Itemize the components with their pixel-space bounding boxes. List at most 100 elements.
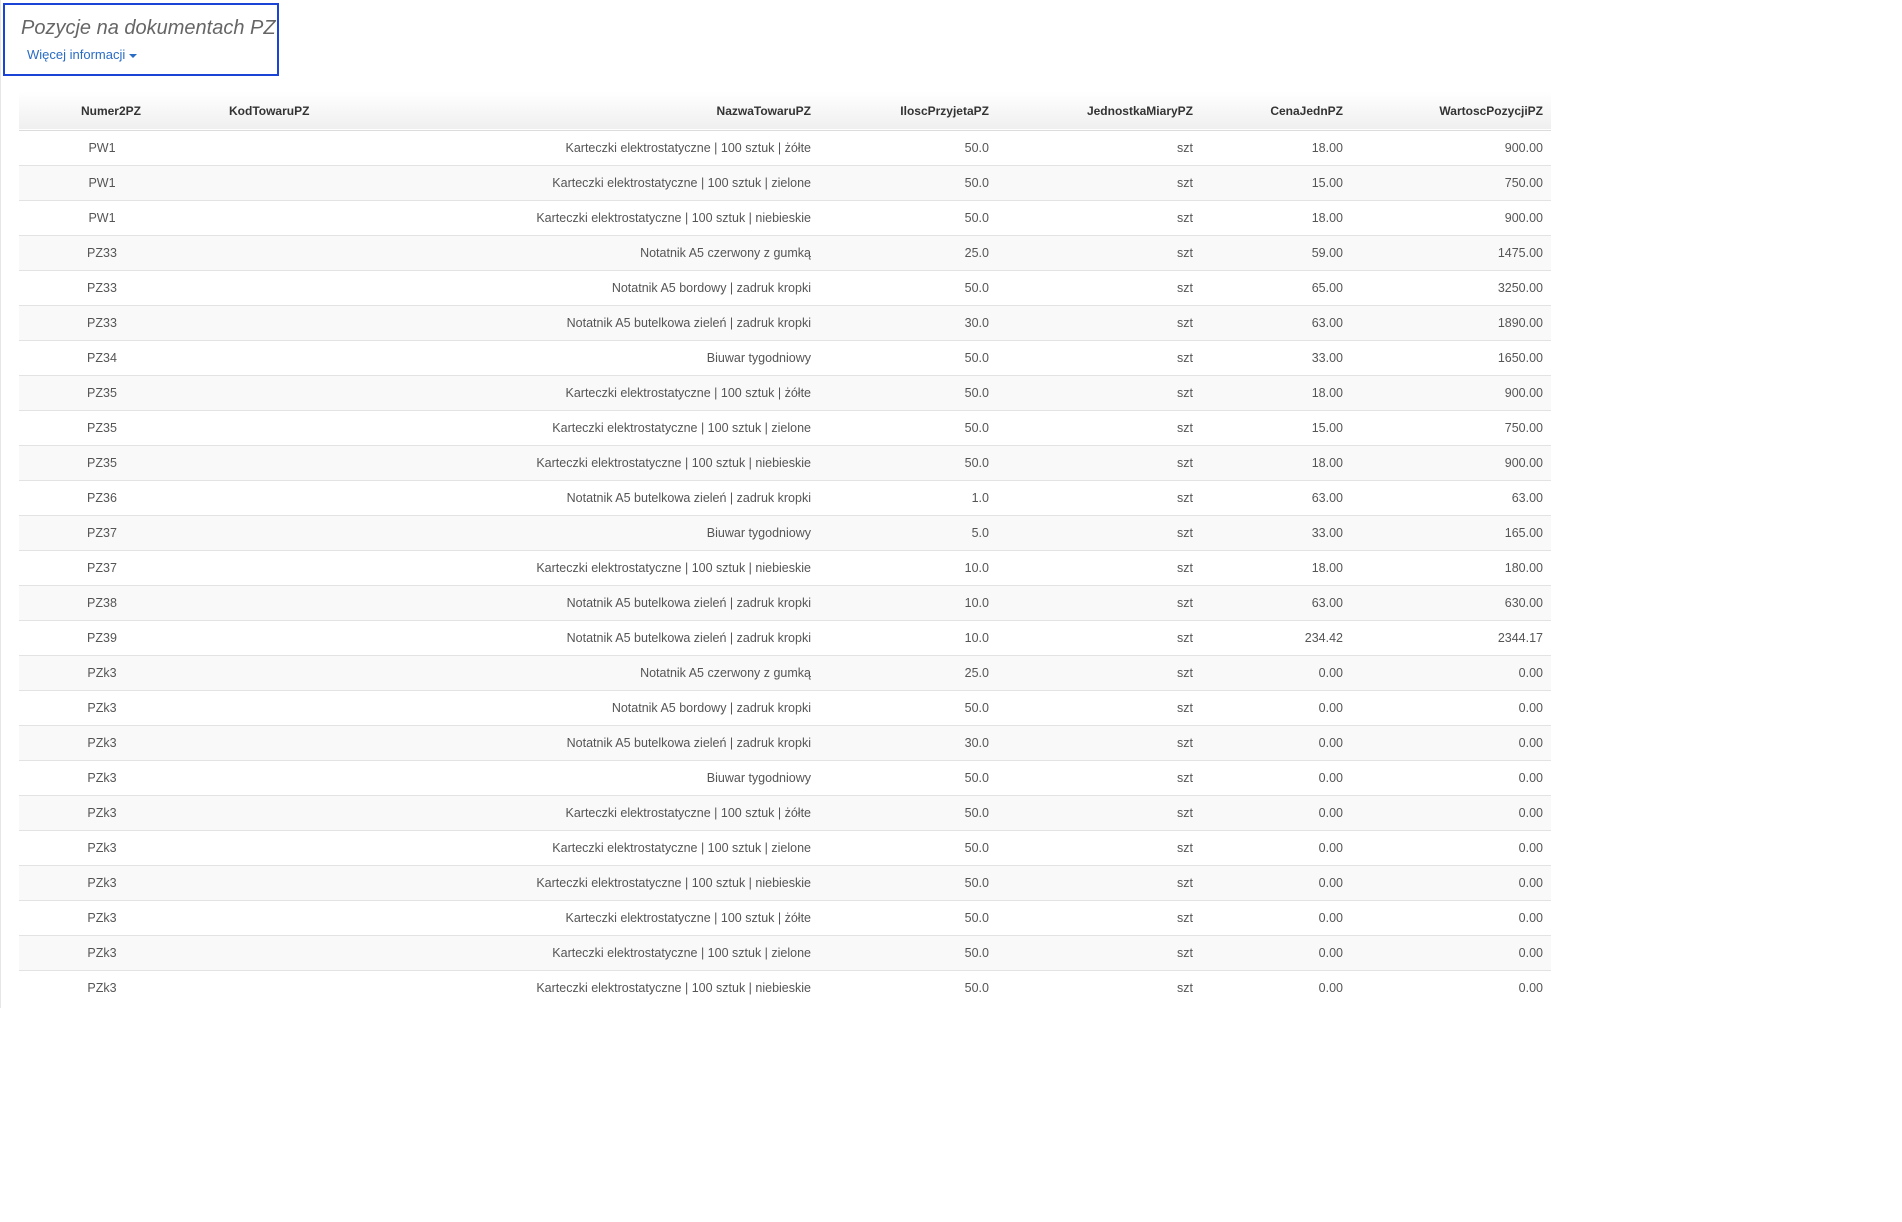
more-info-toggle[interactable]: Więcej informacji	[27, 47, 138, 62]
cell-cenajednpz: 234.42	[1304, 630, 1343, 645]
cell-cenajednpz: 59.00	[1311, 245, 1343, 260]
cell-iloscprzyjetapz: 1.0	[971, 490, 989, 505]
page-title: Pozycje na dokumentach PZ	[21, 17, 276, 39]
table-row[interactable]: PZ33 Notatnik A5 czerwony z gumką 25.0 szt 5…	[19, 235, 1551, 270]
table-row[interactable]: PZ33 Notatnik A5 butelkowa zieleń | zadru…	[19, 305, 1551, 340]
table-row[interactable]: PZk3 Karteczki elektrostatyczne | 100 szt…	[19, 935, 1551, 970]
cell-jednostkamiarypz: szt	[1177, 210, 1193, 225]
table-row[interactable]: PZk3 Biuwar tygodniowy 50.0 szt 0.00 0.00	[19, 760, 1551, 795]
cell-nazwatowarupz: Notatnik A5 butelkowa zieleń | zadruk kr…	[566, 630, 811, 645]
cell-cenajednpz: 0.00	[1318, 840, 1343, 855]
table-row[interactable]: PZk3 Karteczki elektrostatyczne | 100 szt…	[19, 900, 1551, 935]
cell-cenajednpz: 0.00	[1318, 945, 1343, 960]
cell-wartoscpozycjipz: 0.00	[1518, 840, 1543, 855]
table-row[interactable]: PZ33 Notatnik A5 bordowy | zadruk kropki 5…	[19, 270, 1551, 305]
column-header-kodtowarupz[interactable]: KodTowaruPZ	[149, 92, 309, 130]
table-row[interactable]: PZk3 Notatnik A5 butelkowa zieleń | zadru…	[19, 725, 1551, 760]
cell-iloscprzyjetapz: 50.0	[964, 140, 989, 155]
table-row[interactable]: PZk3 Karteczki elektrostatyczne | 100 szt…	[19, 795, 1551, 830]
cell-kodtowarupz	[149, 340, 309, 375]
cell-nazwatowarupz: Notatnik A5 butelkowa zieleń | zadruk kr…	[566, 315, 811, 330]
cell-cenajednpz: 18.00	[1311, 210, 1343, 225]
cell-kodtowarupz	[149, 795, 309, 830]
cell-jednostkamiarypz: szt	[1177, 945, 1193, 960]
cell-numer2pz: PZk3	[87, 805, 117, 820]
table-row[interactable]: PW1 Karteczki elektrostatyczne | 100 sztu…	[19, 165, 1551, 200]
cell-kodtowarupz	[149, 515, 309, 550]
table-row[interactable]: PZ37 Biuwar tygodniowy 5.0 szt 33.00 165.00	[19, 515, 1551, 550]
cell-iloscprzyjetapz: 50.0	[964, 770, 989, 785]
column-header-nazwatowarupz[interactable]: NazwaTowaruPZ	[309, 92, 819, 130]
table-row[interactable]: PW1 Karteczki elektrostatyczne | 100 sztu…	[19, 200, 1551, 235]
cell-jednostkamiarypz: szt	[1177, 980, 1193, 995]
cell-cenajednpz: 15.00	[1311, 420, 1343, 435]
cell-jednostkamiarypz: szt	[1177, 280, 1193, 295]
table-row[interactable]: PZ35 Karteczki elektrostatyczne | 100 szt…	[19, 445, 1551, 480]
cell-nazwatowarupz: Karteczki elektrostatyczne | 100 sztuk |…	[552, 945, 811, 960]
pz-items-table: Numer2PZ KodTowaruPZ NazwaTowaruPZ Ilosc…	[19, 92, 1551, 1005]
cell-cenajednpz: 0.00	[1318, 700, 1343, 715]
table-row[interactable]: PZ35 Karteczki elektrostatyczne | 100 szt…	[19, 410, 1551, 445]
cell-nazwatowarupz: Karteczki elektrostatyczne | 100 sztuk |…	[536, 210, 811, 225]
column-header-iloscprzyjetapz[interactable]: IloscPrzyjetaPZ	[819, 92, 997, 130]
cell-iloscprzyjetapz: 10.0	[964, 630, 989, 645]
cell-jednostkamiarypz: szt	[1177, 560, 1193, 575]
cell-jednostkamiarypz: szt	[1177, 490, 1193, 505]
cell-numer2pz: PZ37	[87, 560, 117, 575]
cell-numer2pz: PZ34	[87, 350, 117, 365]
table-row[interactable]: PZk3 Karteczki elektrostatyczne | 100 szt…	[19, 970, 1551, 1005]
cell-numer2pz: PW1	[88, 175, 116, 190]
table-row[interactable]: PZk3 Karteczki elektrostatyczne | 100 szt…	[19, 865, 1551, 900]
cell-jednostkamiarypz: szt	[1177, 630, 1193, 645]
column-header-jednostkamiarypz[interactable]: JednostkaMiaryPZ	[997, 92, 1201, 130]
cell-cenajednpz: 18.00	[1311, 385, 1343, 400]
cell-iloscprzyjetapz: 50.0	[964, 840, 989, 855]
cell-iloscprzyjetapz: 30.0	[964, 735, 989, 750]
cell-nazwatowarupz: Karteczki elektrostatyczne | 100 sztuk |…	[565, 910, 812, 925]
cell-wartoscpozycjipz: 0.00	[1518, 910, 1543, 925]
cell-wartoscpozycjipz: 0.00	[1518, 980, 1543, 995]
cell-iloscprzyjetapz: 50.0	[964, 875, 989, 890]
cell-cenajednpz: 33.00	[1311, 350, 1343, 365]
cell-wartoscpozycjipz: 0.00	[1518, 700, 1543, 715]
table-row[interactable]: PZk3 Notatnik A5 czerwony z gumką 25.0 szt 0…	[19, 655, 1551, 690]
cell-kodtowarupz	[149, 200, 309, 235]
table-row[interactable]: PZ37 Karteczki elektrostatyczne | 100 szt…	[19, 550, 1551, 585]
table-row[interactable]: PZk3 Notatnik A5 bordowy | zadruk kropki 5…	[19, 690, 1551, 725]
cell-cenajednpz: 0.00	[1318, 980, 1343, 995]
cell-iloscprzyjetapz: 50.0	[964, 175, 989, 190]
cell-nazwatowarupz: Notatnik A5 czerwony z gumką	[640, 245, 811, 260]
table-row[interactable]: PW1 Karteczki elektrostatyczne | 100 sztu…	[19, 130, 1551, 165]
column-header-numer2pz[interactable]: Numer2PZ	[19, 92, 149, 130]
cell-nazwatowarupz: Karteczki elektrostatyczne | 100 sztuk |…	[536, 455, 811, 470]
cell-kodtowarupz	[149, 725, 309, 760]
more-info-label[interactable]: Więcej informacji	[27, 47, 125, 62]
cell-wartoscpozycjipz: 0.00	[1518, 770, 1543, 785]
cell-nazwatowarupz: Karteczki elektrostatyczne | 100 sztuk |…	[552, 420, 811, 435]
table-row[interactable]: PZ38 Notatnik A5 butelkowa zieleń | zadru…	[19, 585, 1551, 620]
cell-cenajednpz: 0.00	[1318, 875, 1343, 890]
table-row[interactable]: PZ39 Notatnik A5 butelkowa zieleń | zadru…	[19, 620, 1551, 655]
cell-wartoscpozycjipz: 1650.00	[1497, 350, 1543, 365]
cell-kodtowarupz	[149, 445, 309, 480]
cell-cenajednpz: 0.00	[1318, 805, 1343, 820]
caret-down-icon[interactable]	[129, 53, 138, 58]
cell-iloscprzyjetapz: 30.0	[964, 315, 989, 330]
cell-kodtowarupz	[149, 585, 309, 620]
cell-numer2pz: PZk3	[87, 735, 117, 750]
column-header-wartoscpozycjipz[interactable]: WartoscPozycjiPZ	[1351, 92, 1551, 130]
cell-numer2pz: PW1	[88, 210, 116, 225]
cell-nazwatowarupz: Karteczki elektrostatyczne | 100 sztuk |…	[552, 840, 811, 855]
table-row[interactable]: PZ34 Biuwar tygodniowy 50.0 szt 33.00 1650.00	[19, 340, 1551, 375]
cell-numer2pz: PZ39	[87, 630, 117, 645]
column-header-cenajednpz[interactable]: CenaJednPZ	[1201, 92, 1351, 130]
cell-numer2pz: PZ35	[87, 385, 117, 400]
table-row[interactable]: PZ35 Karteczki elektrostatyczne | 100 szt…	[19, 375, 1551, 410]
cell-kodtowarupz	[149, 480, 309, 515]
cell-iloscprzyjetapz: 50.0	[964, 700, 989, 715]
cell-iloscprzyjetapz: 50.0	[964, 455, 989, 470]
cell-wartoscpozycjipz: 900.00	[1504, 210, 1543, 225]
table-row[interactable]: PZ36 Notatnik A5 butelkowa zieleń | zadru…	[19, 480, 1551, 515]
cell-kodtowarupz	[149, 410, 309, 445]
table-row[interactable]: PZk3 Karteczki elektrostatyczne | 100 szt…	[19, 830, 1551, 865]
